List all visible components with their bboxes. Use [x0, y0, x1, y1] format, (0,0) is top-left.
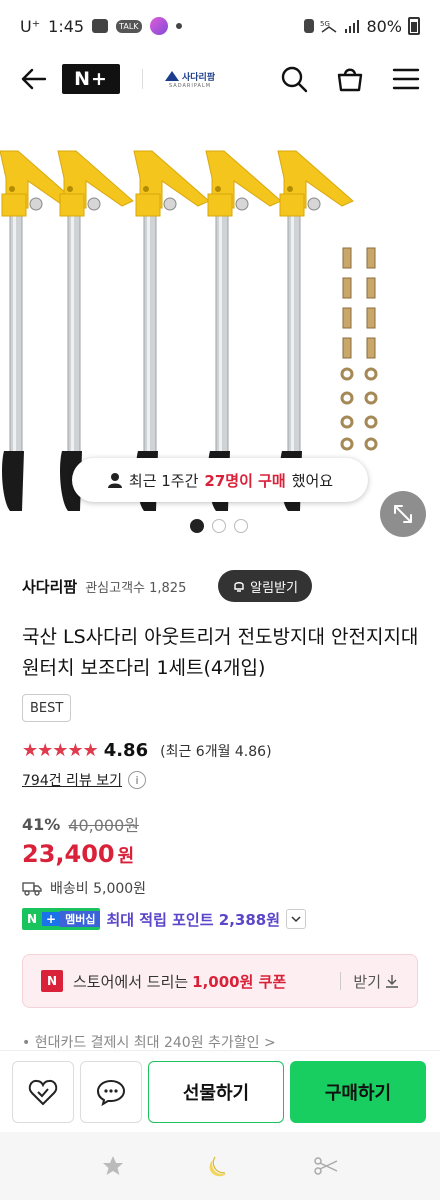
membership-badge-label: 멤버십 [60, 911, 101, 927]
recent-purchase-suffix: 했어요 [291, 471, 334, 490]
seller-row: 사다리팜 관심고객수 1,825 알림받기 [22, 568, 418, 604]
membership-row[interactable]: N + 멤버십 최대 적립 포인트 2,388원 [22, 908, 306, 930]
browser-bottom-bar [0, 1132, 440, 1200]
chat-bubble-icon [96, 1079, 126, 1106]
coupon-amount: 1,000원 쿠폰 [192, 972, 287, 991]
star-icon[interactable] [101, 1154, 125, 1178]
cart-button[interactable] [334, 63, 366, 95]
info-icon[interactable]: i [128, 771, 147, 789]
arrow-left-icon [21, 68, 46, 90]
reviews-link[interactable]: 794건 리뷰 보기 [22, 770, 122, 790]
seller-fans-count: 관심고객수 1,825 [85, 580, 187, 596]
wishlist-button[interactable] [12, 1060, 74, 1123]
recent-purchase-count: 27명이 구매 [204, 471, 286, 490]
menu-button[interactable] [390, 63, 422, 95]
discount-row: 41% 40,000원 [22, 812, 139, 836]
truck-icon [22, 882, 42, 896]
rating-row: ★★★★★ 4.86 (최근 6개월 4.86) [22, 740, 272, 761]
product-title: 국산 LS사다리 아웃트리거 전도방지대 안전지지대 원터치 보조다리 1세트(… [22, 626, 419, 679]
carrier-label: U⁺ [20, 16, 41, 36]
bell-plus-icon [234, 582, 244, 592]
original-price: 40,000원 [68, 816, 140, 835]
coupon-divider [340, 972, 342, 990]
price-row: 23,400 원 [22, 840, 134, 868]
buy-now-button[interactable]: 구매하기 [290, 1060, 426, 1123]
naver-n-badge: N [41, 970, 63, 992]
discount-rate: 41% [22, 814, 61, 834]
coupon-download-label: 받기 [353, 972, 381, 991]
seller-name[interactable]: 사다리팜 [22, 576, 77, 597]
header-divider [142, 69, 143, 89]
battery-icon [408, 17, 420, 35]
rating-stars: ★★★★★ [22, 740, 99, 761]
rating-recent: (최근 6개월 4.86) [160, 743, 272, 760]
store-logo-sub: SADARIPALM [169, 82, 212, 89]
gallery-dot[interactable] [212, 519, 226, 533]
signal-icon [345, 20, 360, 33]
recent-purchase-prefix: 최근 1주간 [128, 471, 199, 490]
gallery-dot[interactable] [190, 519, 204, 533]
gallery-notification-icon [92, 19, 109, 33]
battery-percent: 80% [366, 16, 402, 36]
clock: 1:45 [48, 16, 85, 36]
reviews-row: 794건 리뷰 보기 i [22, 770, 147, 790]
rating-value: 4.86 [103, 740, 149, 761]
coupon-download-button[interactable]: 받기 [353, 971, 399, 992]
top-header: N+ 사다리팜 SADARIPALM [0, 52, 440, 106]
price-currency: 원 [117, 846, 135, 867]
membership-expand-button[interactable] [286, 909, 306, 929]
sim-icon [304, 19, 315, 33]
back-button[interactable] [18, 64, 48, 94]
purchase-bar: 선물하기 구매하기 [0, 1050, 440, 1132]
membership-badge-n: N [22, 912, 43, 926]
coupon-prefix: 스토어에서 드리는 [73, 972, 189, 991]
shipping-fee: 배송비 5,000원 [50, 881, 147, 897]
store-logo-mark-icon [165, 71, 179, 81]
status-bar: U⁺ 1:45 TALK 5G 80% [0, 0, 440, 52]
scissors-icon[interactable] [313, 1155, 339, 1177]
app-notification-icon [149, 17, 168, 35]
chevron-down-icon [291, 916, 301, 923]
sale-price: 23,400 [22, 840, 115, 868]
alarm-subscribe-button[interactable]: 알림받기 [218, 570, 312, 602]
membership-badge: N + 멤버십 [22, 908, 101, 930]
talk-notification-icon: TALK [116, 19, 142, 33]
gift-button[interactable]: 선물하기 [148, 1060, 284, 1123]
alarm-subscribe-label: 알림받기 [250, 580, 298, 596]
membership-points: 최대 적립 포인트 2,388원 [106, 910, 280, 929]
recent-purchase-pill: 최근 1주간 27명이 구매 했어요 [72, 458, 368, 502]
moon-icon[interactable] [206, 1153, 232, 1179]
search-button[interactable] [278, 63, 310, 95]
download-icon [386, 975, 398, 988]
store-coupon-banner[interactable]: N 스토어에서 드리는 1,000원 쿠폰 받기 [22, 954, 418, 1008]
talk-inquiry-button[interactable] [80, 1060, 142, 1123]
person-icon [107, 473, 122, 488]
expand-diagonal-icon [394, 505, 412, 523]
heart-check-icon [28, 1079, 58, 1105]
gallery-pagination [190, 519, 248, 533]
store-logo[interactable]: 사다리팜 SADARIPALM [165, 70, 215, 89]
shipping-row: 배송비 5,000원 [22, 878, 146, 898]
wifi-5g-icon: 5G [320, 20, 337, 33]
more-notifications-icon [175, 23, 182, 29]
card-promotion[interactable]: • 현대카드 결제시 최대 240원 추가할인 > [22, 1032, 276, 1052]
product-image-gallery[interactable]: 최근 1주간 27명이 구매 했어요 [0, 106, 440, 546]
expand-image-button[interactable] [380, 491, 426, 537]
hamburger-icon [392, 68, 420, 90]
shopping-bag-icon [337, 68, 363, 92]
naver-plus-store-logo[interactable]: N+ [62, 64, 120, 94]
search-icon [281, 66, 308, 93]
gallery-dot[interactable] [234, 519, 248, 533]
membership-badge-plus: + [42, 912, 61, 926]
best-badge: BEST [22, 694, 72, 722]
store-logo-name: 사다리팜 [182, 72, 216, 83]
